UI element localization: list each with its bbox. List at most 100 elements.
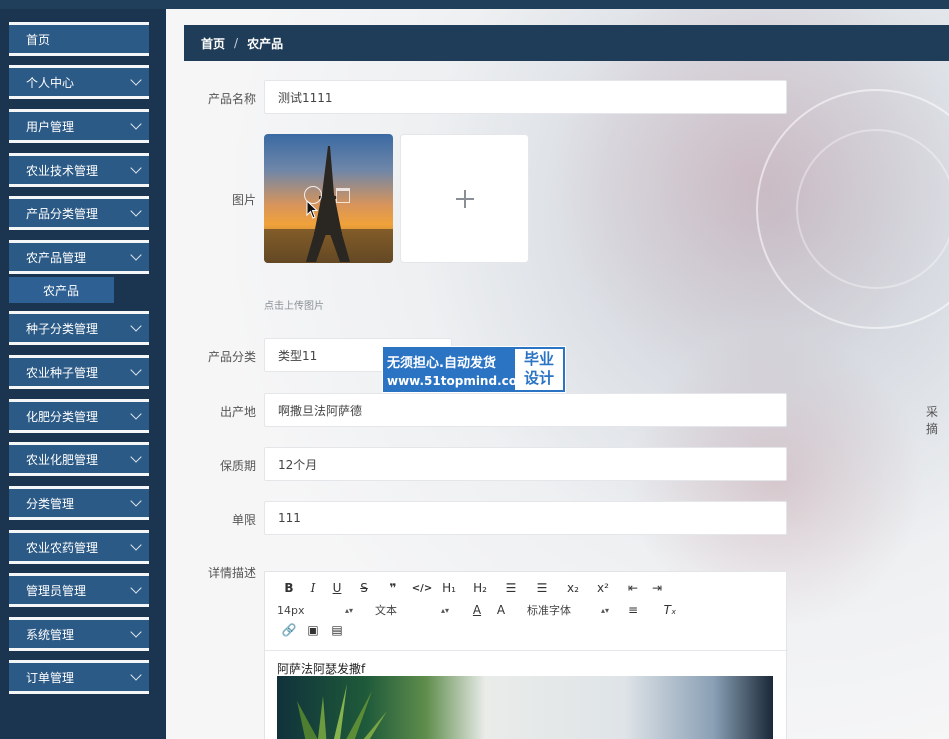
origin-value: 啊撒旦法阿萨德 [278, 403, 363, 418]
chevron-down-icon [130, 582, 142, 594]
sidebar-item-fertilizer-category[interactable]: 化肥分类管理 [9, 399, 149, 433]
sidebar-item-admin-management[interactable]: 管理员管理 [9, 573, 149, 607]
ordered-list-icon[interactable]: ☰ [499, 581, 523, 595]
image-upload-button[interactable] [400, 134, 529, 263]
trash-icon[interactable] [336, 188, 350, 203]
product-name-value: 测试1111 [278, 90, 333, 105]
sidebar-item-category-management[interactable]: 分类管理 [9, 486, 149, 520]
font-family-select[interactable]: 标准字体 ▴▾ [527, 602, 609, 618]
chevron-down-icon [130, 205, 142, 217]
watermark-text: 无须担心.自动发货 [387, 356, 496, 371]
code-icon[interactable]: </> [407, 583, 437, 594]
sidebar-item-tech-management[interactable]: 农业技术管理 [9, 153, 149, 187]
font-color-icon[interactable]: A [465, 603, 489, 617]
font-size-value: 14px [277, 603, 305, 617]
chevron-down-icon [130, 495, 142, 507]
superscript-icon[interactable]: x² [585, 581, 621, 595]
sidebar-item-label: 农业技术管理 [26, 163, 99, 178]
underline-icon[interactable]: U [325, 581, 349, 595]
product-name-input[interactable]: 测试1111 [264, 80, 787, 114]
chevron-down-icon [130, 320, 142, 332]
rich-text-editor[interactable]: B I U S ❞ </> H₁ H₂ ☰ ☰ x₂ x² ⇤ ⇥ 14px ▴… [264, 571, 788, 739]
chevron-down-icon [130, 626, 142, 638]
watermark-badge: 无须担心.自动发货 www.51topmind.com 毕业 设计 [382, 346, 566, 393]
font-size-select[interactable]: 14px ▴▾ [277, 604, 353, 617]
image-icon[interactable]: ▣ [301, 623, 325, 637]
cursor-icon [306, 200, 319, 219]
product-category-label: 产品分类 [207, 350, 256, 364]
font-family-value: 标准字体 [527, 604, 571, 617]
heading-1-icon[interactable]: H₁ [437, 581, 461, 595]
price-input[interactable]: 111 [264, 501, 787, 535]
top-strip [0, 0, 949, 9]
sidebar-item-product-category[interactable]: 产品分类管理 [9, 196, 149, 230]
sidebar-item-label: 首页 [26, 32, 51, 47]
indent-icon[interactable]: ⇥ [645, 581, 669, 595]
sidebar-item-label: 订单管理 [26, 670, 75, 685]
sidebar-item-seed-category[interactable]: 种子分类管理 [9, 311, 149, 345]
sidebar-item-system-management[interactable]: 系统管理 [9, 617, 149, 651]
strikethrough-icon[interactable]: S [349, 581, 379, 595]
shelf-life-label: 保质期 [219, 459, 256, 473]
sidebar-item-user-management[interactable]: 用户管理 [9, 109, 149, 143]
product-name-label: 产品名称 [207, 92, 256, 106]
watermark-tag-line2: 设计 [523, 369, 554, 387]
plant-image [297, 684, 387, 739]
watermark-tag: 毕业 设计 [515, 349, 563, 390]
sidebar-item-fertilizer-management[interactable]: 农业化肥管理 [9, 442, 149, 476]
subscript-icon[interactable]: x₂ [561, 581, 585, 595]
sidebar-item-product-management[interactable]: 农产品管理 [9, 240, 149, 274]
price-label: 单限 [231, 513, 256, 527]
sidebar-item-seed-management[interactable]: 农业种子管理 [9, 355, 149, 389]
breadcrumb-home[interactable]: 首页 [201, 35, 225, 52]
heading-2-icon[interactable]: H₂ [461, 581, 499, 595]
upload-hint: 点击上传图片 [264, 301, 324, 312]
blockquote-icon[interactable]: ❞ [379, 581, 407, 595]
chevron-down-icon [130, 162, 142, 174]
bold-icon[interactable]: B [277, 581, 301, 595]
sidebar-item-label: 系统管理 [26, 627, 75, 642]
clear-format-icon[interactable]: Tₓ [657, 603, 683, 617]
select-arrow-icon: ▴▾ [600, 605, 609, 615]
submenu-item-product[interactable]: 农产品 [9, 277, 114, 303]
chevron-down-icon [130, 118, 142, 130]
link-icon[interactable]: 🔗 [277, 623, 301, 637]
editor-content-text[interactable]: 阿萨法阿瑟发撒f [277, 660, 365, 677]
sidebar: 首页 个人中心 用户管理 农业技术管理 产品分类管理 农产品管理 农产品 种子分… [0, 9, 166, 739]
background-color-icon[interactable]: A [489, 603, 513, 617]
sidebar-item-pesticide-management[interactable]: 农业农药管理 [9, 530, 149, 564]
watermark-tag-line1: 毕业 [523, 350, 554, 368]
sidebar-item-label: 农业农药管理 [26, 540, 99, 555]
breadcrumb: 首页 / 农产品 [184, 25, 949, 61]
product-category-value: 类型11 [278, 348, 318, 363]
shelf-life-input[interactable]: 12个月 [264, 447, 787, 481]
text-type-value: 文本 [375, 604, 397, 617]
detail-label: 详情描述 [207, 566, 256, 580]
harvest-label: 采摘 [926, 405, 939, 436]
sidebar-item-label: 农业化肥管理 [26, 452, 99, 467]
chevron-down-icon [130, 249, 142, 261]
editor-toolbar-row-1: B I U S ❞ </> H₁ H₂ ☰ ☰ x₂ x² ⇤ ⇥ [277, 581, 669, 595]
eiffel-tower-image [264, 146, 393, 263]
text-type-select[interactable]: 文本 ▴▾ [375, 602, 449, 618]
editor-divider [265, 650, 788, 651]
sidebar-item-label: 农产品管理 [26, 250, 87, 265]
sidebar-item-order-management[interactable]: 订单管理 [9, 660, 149, 694]
product-image-thumbnail[interactable] [264, 134, 393, 263]
sidebar-item-label: 个人中心 [26, 75, 75, 90]
sidebar-item-personal-center[interactable]: 个人中心 [9, 65, 149, 99]
select-arrow-icon: ▴▾ [440, 605, 449, 615]
sidebar-item-home[interactable]: 首页 [9, 22, 149, 56]
bullet-list-icon[interactable]: ☰ [523, 581, 561, 595]
plus-icon [455, 189, 474, 208]
chevron-down-icon [130, 539, 142, 551]
editor-content-image[interactable] [277, 676, 773, 739]
submenu-item-label: 农产品 [43, 283, 80, 298]
breadcrumb-separator: / [234, 36, 239, 50]
outdent-icon[interactable]: ⇤ [621, 581, 645, 595]
align-icon[interactable]: ≡ [621, 603, 645, 617]
italic-icon[interactable]: I [301, 581, 325, 595]
origin-input[interactable]: 啊撒旦法阿萨德 [264, 393, 787, 427]
main-content: 首页 / 农产品 产品名称 测试1111 图片 点击上传图片 产品分类 类型11… [166, 9, 949, 739]
video-icon[interactable]: ▤ [325, 623, 349, 637]
